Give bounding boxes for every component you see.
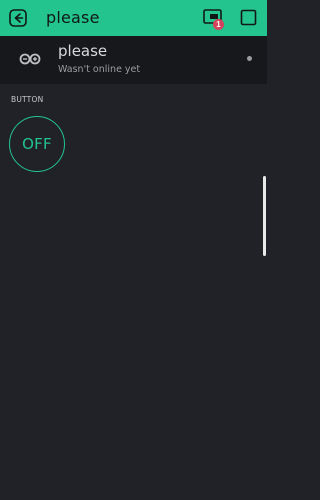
scrollbar[interactable] (263, 176, 266, 256)
top-app-bar: please 1 (0, 0, 267, 36)
notification-badge: 1 (213, 19, 224, 30)
app-screen: please 1 please Wasn't online yet BUTTON… (0, 0, 267, 500)
widget-label: BUTTON (11, 95, 44, 104)
device-status: Wasn't online yet (58, 64, 141, 75)
infinity-icon (19, 53, 41, 65)
square-icon[interactable] (240, 9, 257, 26)
page-title: please (46, 8, 100, 27)
toggle-button-label: OFF (22, 135, 52, 153)
exit-icon[interactable] (8, 8, 28, 28)
status-dot (247, 56, 252, 61)
device-header[interactable]: please Wasn't online yet (0, 36, 267, 84)
toggle-button[interactable]: OFF (9, 116, 65, 172)
device-name: please (58, 42, 108, 60)
